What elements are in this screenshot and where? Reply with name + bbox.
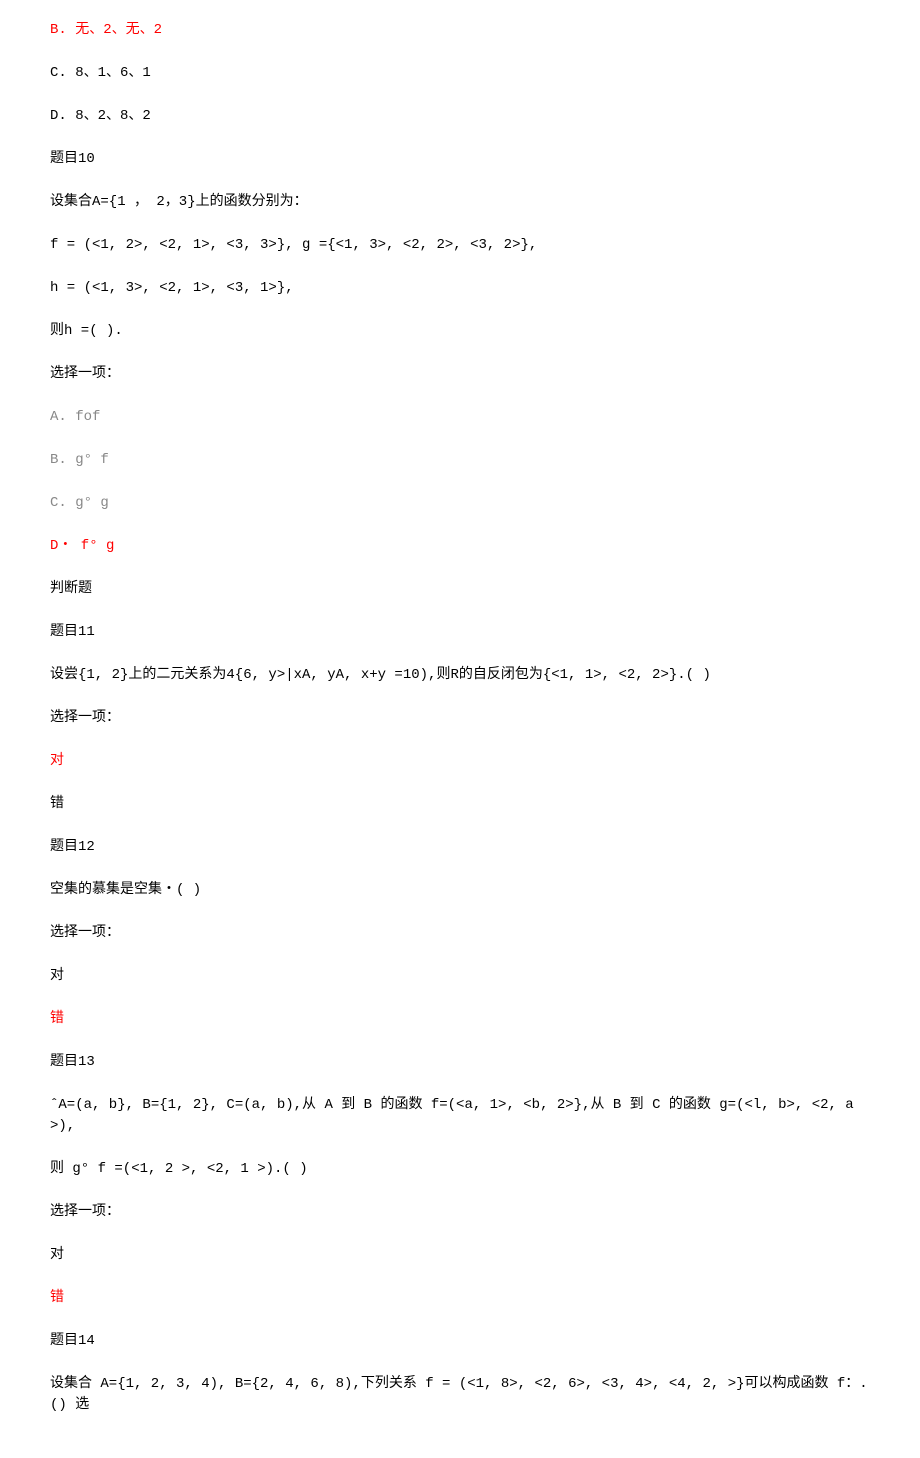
text-line: 对	[50, 1245, 870, 1266]
text-line: 设集合 A={1, 2, 3, 4), B={2, 4, 6, 8),下列关系 …	[50, 1374, 870, 1416]
text-line: 则h =( ).	[50, 321, 870, 342]
text-line: 题目10	[50, 149, 870, 170]
document-body: B. 无、2、无、2 C. 8、1、6、1 D. 8、2、8、2 题目10 设集合A={…	[50, 20, 870, 1416]
text-line: 错	[50, 1009, 870, 1030]
text-line: B. 无、2、无、2	[50, 20, 870, 41]
text-line: 选择一项：	[50, 364, 870, 385]
text-line: 错	[50, 1288, 870, 1309]
text-line: 则 g° f =(<1, 2 >, <2, 1 >).( )	[50, 1159, 870, 1180]
text-line: 判断题	[50, 579, 870, 600]
text-line: 对	[50, 966, 870, 987]
text-line: C. g° g	[50, 493, 870, 514]
text-line: 题目13	[50, 1052, 870, 1073]
text-line: B. g° f	[50, 450, 870, 471]
text-line: 选择一项：	[50, 923, 870, 944]
text-line: ˆA=(a, b}, B={1, 2}, C=(a, b),从 A 到 B 的函…	[50, 1095, 870, 1137]
text-line: f = (<1, 2>, <2, 1>, <3, 3>}, g ={<1, 3>…	[50, 235, 870, 256]
text-line: 选择一项：	[50, 1202, 870, 1223]
text-line: h = (<1, 3>, <2, 1>, <3, 1>},	[50, 278, 870, 299]
text-line: 空集的慕集是空集・( )	[50, 880, 870, 901]
text-line: 错	[50, 794, 870, 815]
text-line: D. 8、2、8、2	[50, 106, 870, 127]
text-line: 题目14	[50, 1331, 870, 1352]
text-line: 题目11	[50, 622, 870, 643]
text-line: 设尝{1, 2}上的二元关系为4{6, y>|xA, yA, x+y =10),…	[50, 665, 870, 686]
text-line: 对	[50, 751, 870, 772]
text-line: C. 8、1、6、1	[50, 63, 870, 84]
text-line: 题目12	[50, 837, 870, 858]
text-line: A. fof	[50, 407, 870, 428]
text-line: D・ f° g	[50, 536, 870, 557]
text-line: 选择一项：	[50, 708, 870, 729]
text-line: 设集合A={1 ， 2，3}上的函数分别为：	[50, 192, 870, 213]
